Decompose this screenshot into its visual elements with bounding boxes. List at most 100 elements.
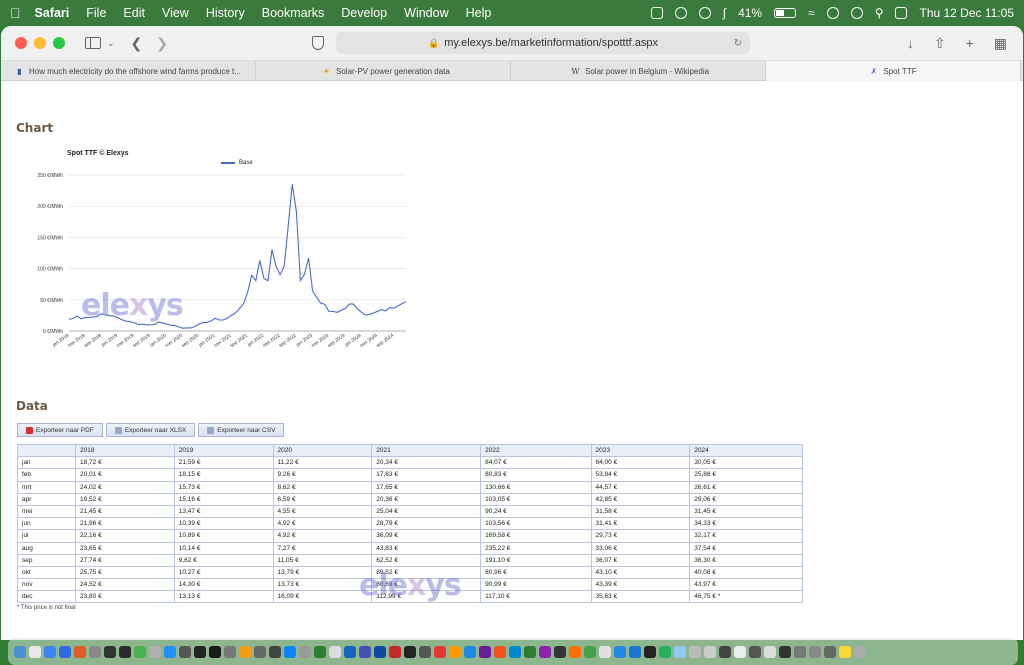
dock-app-icon[interactable]: [239, 645, 251, 658]
share-icon[interactable]: ⇧: [934, 35, 946, 52]
dock-app-icon[interactable]: [224, 645, 236, 658]
dock-app-icon[interactable]: [719, 645, 731, 658]
dock-app-icon[interactable]: [569, 645, 581, 658]
dock-app-icon[interactable]: [584, 645, 596, 658]
dock-app-icon[interactable]: [344, 645, 356, 658]
dock-app-icon[interactable]: [119, 645, 131, 658]
dock-app-icon[interactable]: [524, 645, 536, 658]
address-bar[interactable]: 🔒 my.elexys.be/marketinformation/spotttf…: [336, 32, 751, 54]
dock-app-icon[interactable]: [599, 645, 611, 658]
dock-app-icon[interactable]: [74, 645, 86, 658]
menu-view[interactable]: View: [162, 6, 189, 20]
dock-app-icon[interactable]: [839, 645, 851, 658]
battery-icon[interactable]: [774, 7, 797, 18]
dock-app-icon[interactable]: [164, 645, 176, 658]
dock-app-icon[interactable]: [854, 645, 866, 658]
dock-app-icon[interactable]: [14, 645, 26, 658]
dock-app-icon[interactable]: [419, 645, 431, 658]
dock-app-icon[interactable]: [629, 645, 641, 658]
dock-app-icon[interactable]: [434, 645, 446, 658]
reload-icon[interactable]: ↻: [734, 38, 742, 49]
menu-develop[interactable]: Develop: [341, 6, 387, 20]
privacy-shield-icon[interactable]: [312, 36, 325, 50]
menu-help[interactable]: Help: [466, 6, 492, 20]
dock-app-icon[interactable]: [494, 645, 506, 658]
dock-app-icon[interactable]: [734, 645, 746, 658]
screen-record-icon[interactable]: [650, 6, 663, 19]
menu-history[interactable]: History: [206, 6, 245, 20]
downloads-icon[interactable]: ↓: [907, 35, 914, 52]
bluetooth-icon[interactable]: ∫: [723, 6, 726, 20]
search-icon[interactable]: ⚲: [875, 6, 884, 20]
time-machine-icon[interactable]: [850, 6, 863, 19]
export-xlsx-button[interactable]: Exporteer naar XLSX: [105, 423, 196, 437]
tab-offshore-wind[interactable]: ▮ How much electricity do the offshore w…: [1, 61, 256, 81]
dock-app-icon[interactable]: [149, 645, 161, 658]
dock-app-icon[interactable]: [644, 645, 656, 658]
control-center-icon[interactable]: [895, 6, 908, 19]
dock-app-icon[interactable]: [389, 645, 401, 658]
dock-app-icon[interactable]: [704, 645, 716, 658]
play-icon[interactable]: [698, 6, 711, 19]
menu-bookmarks[interactable]: Bookmarks: [262, 6, 325, 20]
dock-app-icon[interactable]: [359, 645, 371, 658]
dock-app-icon[interactable]: [104, 645, 116, 658]
dock-app-icon[interactable]: [374, 645, 386, 658]
dock-app-icon[interactable]: [299, 645, 311, 658]
dock-app-icon[interactable]: [464, 645, 476, 658]
dock-app-icon[interactable]: [689, 645, 701, 658]
dock-app-icon[interactable]: [749, 645, 761, 658]
chevron-down-icon[interactable]: ⌄: [107, 38, 115, 49]
menu-file[interactable]: File: [86, 6, 106, 20]
wifi-icon[interactable]: ≈: [808, 6, 815, 20]
clock[interactable]: Thu 12 Dec 11:05: [919, 6, 1014, 20]
dock-app-icon[interactable]: [779, 645, 791, 658]
tab-overview-icon[interactable]: ▦: [994, 35, 1007, 52]
minimize-window-button[interactable]: [34, 37, 46, 49]
tab-solar-pv[interactable]: ☀ Solar-PV power generation data: [256, 61, 511, 81]
dock-app-icon[interactable]: [824, 645, 836, 658]
tab-spot-ttf[interactable]: ✗ Spot TTF: [766, 61, 1021, 81]
new-tab-icon[interactable]: +: [966, 35, 974, 52]
dock-app-icon[interactable]: [29, 645, 41, 658]
close-window-button[interactable]: [15, 37, 27, 49]
focus-icon[interactable]: [674, 6, 687, 19]
dock-app-icon[interactable]: [509, 645, 521, 658]
tab-wikipedia[interactable]: W Solar power in Belgium - Wikipedia: [511, 61, 766, 81]
dock-app-icon[interactable]: [179, 645, 191, 658]
dock-app-icon[interactable]: [89, 645, 101, 658]
dock-app-icon[interactable]: [554, 645, 566, 658]
back-button[interactable]: ❮: [131, 35, 143, 52]
menu-edit[interactable]: Edit: [123, 6, 145, 20]
dock-app-icon[interactable]: [314, 645, 326, 658]
dock-app-icon[interactable]: [59, 645, 71, 658]
dock-app-icon[interactable]: [614, 645, 626, 658]
dock-app-icon[interactable]: [809, 645, 821, 658]
export-pdf-button[interactable]: Exporteer naar PDF: [17, 423, 103, 437]
dock-app-icon[interactable]: [329, 645, 341, 658]
dock-app-icon[interactable]: [449, 645, 461, 658]
price-cell: 26,61 €: [689, 480, 803, 494]
dock-app-icon[interactable]: [134, 645, 146, 658]
dock-app-icon[interactable]: [269, 645, 281, 658]
fullscreen-window-button[interactable]: [53, 37, 65, 49]
dock-app-icon[interactable]: [674, 645, 686, 658]
dock-app-icon[interactable]: [659, 645, 671, 658]
dock-app-icon[interactable]: [194, 645, 206, 658]
dock-app-icon[interactable]: [44, 645, 56, 658]
dock-app-icon[interactable]: [794, 645, 806, 658]
menu-app-name[interactable]: Safari: [35, 6, 70, 20]
dock-app-icon[interactable]: [404, 645, 416, 658]
dock-app-icon[interactable]: [539, 645, 551, 658]
dock-app-icon[interactable]: [254, 645, 266, 658]
menu-window[interactable]: Window: [404, 6, 448, 20]
dock-app-icon[interactable]: [284, 645, 296, 658]
dock-app-icon[interactable]: [479, 645, 491, 658]
sidebar-toggle-icon[interactable]: [85, 37, 101, 49]
dock-app-icon[interactable]: [764, 645, 776, 658]
export-csv-button[interactable]: Exporteer naar CSV: [198, 423, 285, 437]
dock-app-icon[interactable]: [209, 645, 221, 658]
apple-menu-icon[interactable]: : [10, 5, 21, 21]
user-icon[interactable]: [826, 6, 839, 19]
forward-button[interactable]: ❯: [156, 35, 168, 52]
